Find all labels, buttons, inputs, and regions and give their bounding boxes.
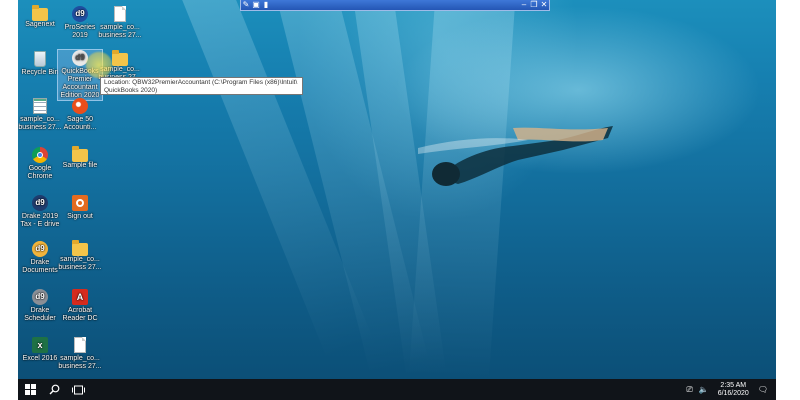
icon-label: sample_co... business 27...	[58, 256, 102, 271]
icon-label: Drake 2019 Tax - E drive	[20, 213, 60, 228]
desktop-icon-sign-out[interactable]: Sign out	[58, 195, 102, 221]
sage-icon	[72, 98, 88, 114]
desktop-icon-drake-2019[interactable]: d9 Drake 2019 Tax - E drive	[18, 195, 62, 229]
desktop-icon-sample-company-1[interactable]: sample_co... business 27...	[98, 6, 142, 40]
tooltip-line: QuickBooks 2020)	[104, 87, 158, 94]
lock-icon[interactable]: ▣	[251, 0, 261, 10]
desktop-icon-drake-scheduler[interactable]: d9 Drake Scheduler	[18, 289, 62, 323]
acrobat-icon	[72, 289, 88, 305]
icon-label: Sign out	[67, 213, 93, 220]
drake-icon: d9	[32, 195, 48, 211]
clock[interactable]: 2:35 AM 6/16/2020	[718, 382, 749, 398]
desktop-background: ✎ ▣ ▮ – ❐ ✕ Sagenext Recycle Bin sample_…	[18, 0, 776, 400]
pin-icon[interactable]: ✎	[241, 0, 251, 10]
spreadsheet-icon	[33, 98, 47, 114]
signal-icon: ▮	[263, 0, 269, 9]
close-icon[interactable]: ✕	[539, 0, 549, 10]
icon-label: sample_co... business 27...	[18, 116, 62, 131]
windows-logo-icon	[24, 384, 36, 395]
icon-label: ProSeries 2019	[64, 24, 96, 39]
notification-icon[interactable]: 🗨	[758, 385, 768, 394]
desktop-icon-sample-company-doc[interactable]: sample_co... business 27...	[58, 337, 102, 371]
desktop-icon-acrobat-reader[interactable]: Acrobat Reader DC	[58, 289, 102, 323]
location-tooltip: Location: QBW32PremierAccountant (C:\Pro…	[100, 77, 303, 95]
search-button[interactable]	[42, 379, 66, 400]
document-icon	[74, 337, 86, 353]
desktop-icon-sample-file[interactable]: Sample file	[58, 146, 102, 170]
recycle-bin-icon	[34, 51, 46, 67]
search-icon	[49, 384, 59, 395]
network-icon[interactable]: ⎚	[686, 385, 692, 395]
folder-icon	[112, 50, 128, 66]
start-button[interactable]	[18, 379, 42, 400]
clock-date: 6/16/2020	[717, 389, 749, 397]
restore-icon[interactable]: ❐	[529, 0, 539, 10]
system-tray: ⎚ 🔈 2:35 AM 6/16/2020 🗨	[683, 379, 776, 400]
remote-desktop-connection-bar[interactable]: ✎ ▣ ▮ – ❐ ✕	[240, 0, 550, 11]
drake-icon: d9	[32, 289, 48, 305]
clock-time: 2:35 AM	[720, 381, 747, 389]
folder-icon	[72, 240, 88, 256]
icon-label: Recycle Bin	[21, 69, 59, 76]
icon-label: Excel 2016	[22, 355, 58, 362]
icon-label: Sage 50 Accounti...	[63, 116, 97, 131]
icon-label: sample_co... business 27...	[58, 355, 102, 370]
folder-icon	[32, 5, 48, 21]
sign-out-icon	[72, 195, 88, 211]
task-view-button[interactable]	[66, 379, 90, 400]
taskbar: ⎚ 🔈 2:35 AM 6/16/2020 🗨	[18, 379, 776, 400]
task-view-icon	[71, 385, 85, 394]
icon-label: Drake Scheduler	[24, 307, 56, 322]
desktop-icon-sage-50[interactable]: Sage 50 Accounti...	[58, 98, 102, 132]
chrome-icon	[32, 147, 48, 163]
proseries-icon: d9	[72, 6, 88, 22]
desktop-icon-proseries-2019[interactable]: d9 ProSeries 2019	[58, 6, 102, 40]
cursor-highlight	[85, 51, 113, 79]
icon-label: sample_co... business 27...	[98, 24, 142, 39]
desktop-icon-sagenext[interactable]: Sagenext	[18, 5, 62, 29]
folder-icon	[72, 146, 88, 162]
excel-icon: x	[32, 337, 48, 353]
icon-label: Sagenext	[25, 21, 55, 28]
document-icon	[114, 6, 126, 22]
desktop-icon-google-chrome[interactable]: Google Chrome	[18, 147, 62, 181]
minimize-icon[interactable]: –	[519, 0, 529, 10]
desktop-icon-drake-documents[interactable]: d9 Drake Documents	[18, 241, 62, 275]
icon-label: Acrobat Reader DC	[62, 307, 98, 322]
icon-label: Google Chrome	[27, 165, 53, 180]
swimmer-image	[418, 126, 613, 186]
volume-icon[interactable]: 🔈	[699, 385, 709, 394]
tooltip-line: Location: QBW32PremierAccountant (C:\Pro…	[104, 79, 298, 86]
desktop-icon-sample-company-sheet[interactable]: sample_co... business 27...	[18, 98, 62, 132]
desktop-icon-recycle-bin[interactable]: Recycle Bin	[18, 51, 62, 77]
drake-icon: d9	[32, 241, 48, 257]
desktop-icon-sample-company-folder[interactable]: sample_co... business 27...	[58, 240, 102, 272]
desktop-icon-excel-2016[interactable]: x Excel 2016	[18, 337, 62, 363]
icon-label: Drake Documents	[22, 259, 58, 274]
icon-label: Sample file	[62, 162, 98, 169]
